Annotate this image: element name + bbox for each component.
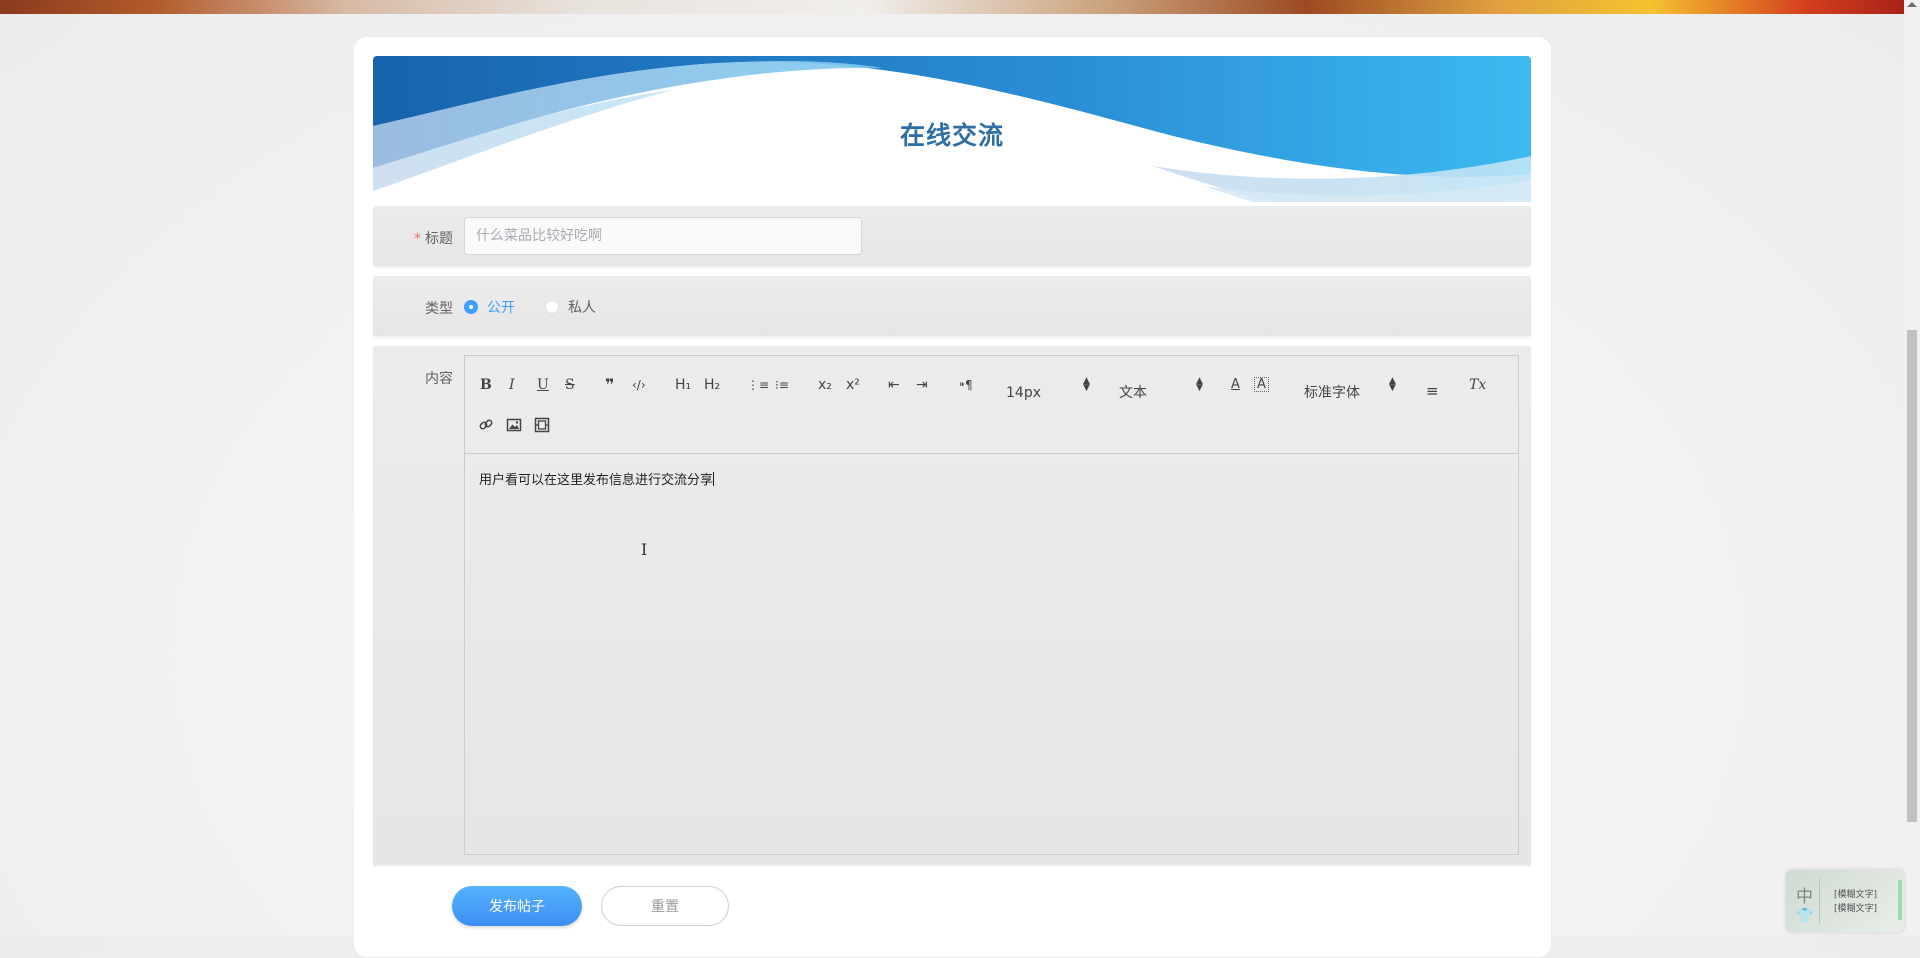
ime-mode-char[interactable]: 中 [1796, 882, 1813, 907]
ime-toolbar[interactable]: 中 👕 [模糊文字] [模糊文字] [1786, 870, 1904, 932]
bold-button[interactable]: B [480, 377, 492, 393]
editor-text[interactable]: 用户看可以在这里发布信息进行交流分享 [479, 473, 713, 488]
font-family-select-arrows[interactable]: ▲ ▼ [1389, 377, 1396, 393]
editor-content[interactable]: 用户看可以在这里发布信息进行交流分享 [479, 469, 715, 488]
background-color-button[interactable]: A [1254, 377, 1269, 392]
rich-text-editor: B I U S ❞ ‹/› H₁ H₂ ⋮≡ ⁝≡ x₂ x² ⇤ ⇥ ⁍¶ 1… [464, 355, 1519, 855]
h2-button[interactable]: H₂ [704, 377, 720, 393]
radio-public[interactable]: 公开 [464, 297, 515, 317]
title-label: * 标题 [414, 228, 453, 248]
video-icon[interactable] [534, 417, 550, 437]
outdent-button[interactable]: ⇤ [888, 377, 900, 393]
ime-divider [1819, 878, 1820, 924]
font-size-select[interactable]: 14px [1006, 385, 1041, 401]
page-title: 在线交流 [899, 121, 1004, 150]
submit-post-button[interactable]: 发布帖子 [452, 886, 582, 926]
radio-private-dot[interactable] [545, 300, 559, 314]
ordered-list-button[interactable]: ⋮≡ [747, 377, 769, 393]
radio-public-label[interactable]: 公开 [487, 297, 515, 317]
font-size-select-arrows[interactable]: ▲ ▼ [1083, 377, 1090, 393]
ime-status-text: [模糊文字] [模糊文字] [1834, 890, 1878, 914]
text-caret [713, 472, 715, 486]
content-form-row: 内容 B I U S ❞ ‹/› H₁ H₂ ⋮≡ ⁝≡ x₂ x² ⇤ ⇥ ⁍… [373, 346, 1531, 865]
radio-public-dot[interactable] [464, 300, 478, 314]
top-banner-strip [0, 0, 1920, 14]
quote-button[interactable]: ❞ [605, 377, 614, 393]
reset-button[interactable]: 重置 [601, 886, 729, 926]
radio-private-label[interactable]: 私人 [568, 297, 596, 317]
header-select-arrows[interactable]: ▲ ▼ [1196, 377, 1203, 393]
italic-button[interactable]: I [509, 377, 515, 393]
image-icon[interactable] [506, 417, 522, 437]
type-label: 类型 [425, 301, 453, 317]
page-scrollbar[interactable] [1904, 0, 1920, 936]
direction-button[interactable]: ⁍¶ [959, 377, 973, 393]
ime-indicator-bar [1898, 880, 1902, 920]
superscript-button[interactable]: x² [846, 377, 860, 393]
type-form-row: 类型 公开 私人 [373, 276, 1531, 336]
scroll-thumb[interactable] [1907, 330, 1917, 822]
mouse-cursor-ibeam: I [641, 540, 648, 559]
title-label-text: 标题 [425, 231, 453, 247]
clean-format-button[interactable]: Tx [1469, 377, 1486, 393]
strike-button[interactable]: S [565, 377, 575, 393]
required-mark: * [414, 231, 421, 247]
content-label: 内容 [425, 371, 453, 387]
subscript-button[interactable]: x₂ [818, 377, 832, 393]
title-form-row: * 标题 [373, 206, 1531, 266]
header-select[interactable]: 文本 [1119, 385, 1147, 401]
page-header: 在线交流 [373, 56, 1531, 202]
align-button[interactable]: ≡ [1426, 383, 1439, 399]
indent-button[interactable]: ⇥ [916, 377, 928, 393]
underline-button[interactable]: U [537, 377, 549, 393]
title-input[interactable] [464, 217, 862, 255]
h1-button[interactable]: H₁ [675, 377, 691, 393]
scroll-up-arrow-icon[interactable] [1907, 2, 1917, 7]
font-color-button[interactable]: A [1231, 377, 1240, 393]
code-button[interactable]: ‹/› [632, 377, 646, 393]
radio-private[interactable]: 私人 [545, 297, 596, 317]
skin-icon[interactable]: 👕 [1796, 908, 1813, 924]
type-radio-group: 公开 私人 [464, 297, 626, 317]
bullet-list-button[interactable]: ⁝≡ [775, 377, 789, 393]
link-icon[interactable] [478, 417, 494, 437]
editor-toolbar: B I U S ❞ ‹/› H₁ H₂ ⋮≡ ⁝≡ x₂ x² ⇤ ⇥ ⁍¶ 1… [465, 356, 1518, 454]
font-family-select[interactable]: 标准字体 [1304, 385, 1360, 401]
